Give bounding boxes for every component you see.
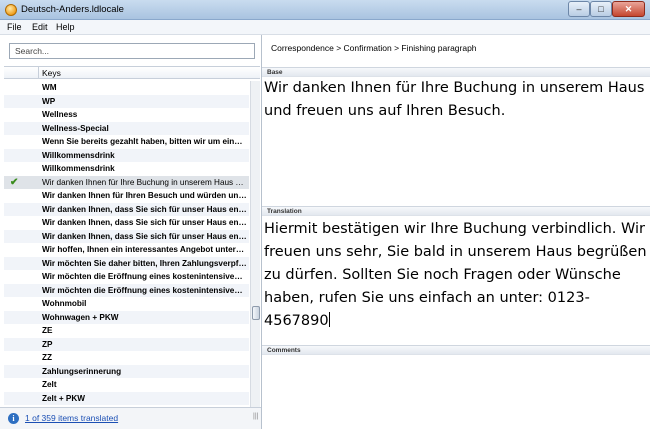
list-item-label: Wir danken Ihnen, dass Sie sich für unse… xyxy=(42,218,247,227)
list-item[interactable]: Zahlungserinnerung xyxy=(4,364,249,378)
translation-text[interactable]: Hiermit bestätigen wir Ihre Buchung verb… xyxy=(264,221,647,329)
list-item-label: Wir möchten die Eröffnung eines kostenin… xyxy=(42,272,247,281)
list-item[interactable]: Wellness xyxy=(4,108,249,122)
list-item-label: ZP xyxy=(42,339,53,349)
key-list[interactable]: WM WP Wellness Wellness-Special Wenn Sie ber… xyxy=(4,81,249,407)
list-item[interactable]: Willkommensdrink xyxy=(4,148,249,162)
list-item[interactable]: ZZ xyxy=(4,351,249,365)
list-scrollbar[interactable] xyxy=(250,81,260,407)
list-item[interactable]: Wenn Sie bereits gezahlt haben, bitten w… xyxy=(4,135,249,149)
list-item[interactable]: Wellness-Special xyxy=(4,121,249,135)
editor-panel: Correspondence > Confirmation > Finishin… xyxy=(262,35,650,429)
menu-file[interactable]: File xyxy=(7,22,22,32)
breadcrumb: Correspondence > Confirmation > Finishin… xyxy=(271,43,477,53)
list-item[interactable]: Willkommensdrink xyxy=(4,162,249,176)
list-item[interactable]: ZP xyxy=(4,337,249,351)
text-caret xyxy=(328,312,330,327)
list-item-label: WP xyxy=(42,96,56,106)
list-item-label: Zelt xyxy=(42,380,57,389)
list-item-label: Wellness-Special xyxy=(42,123,109,133)
list-item[interactable]: Wir möchten Sie daher bitten, Ihren Zahl… xyxy=(4,256,249,270)
list-item[interactable]: Wir danken Ihnen, dass Sie sich für unse… xyxy=(4,202,249,216)
list-item[interactable]: ✔ Wir danken Ihnen für Ihre Buchung in un… xyxy=(4,175,249,189)
list-item-label: Wir danken Ihnen für Ihre Buchung in uns… xyxy=(42,177,247,187)
search-input[interactable]: Search... xyxy=(9,43,255,59)
translated-count-link[interactable]: 1 of 359 items translated xyxy=(25,413,118,423)
list-item-label: Wir danken Ihnen, dass Sie sich für unse… xyxy=(42,204,247,214)
list-item-label: Wohnwagen + PKW xyxy=(42,312,119,322)
list-item[interactable]: Wir hoffen, Ihnen ein interessantes Ange… xyxy=(4,243,249,257)
column-divider xyxy=(38,67,39,79)
list-item-label: Willkommensdrink xyxy=(42,150,115,160)
list-item-label: ZE xyxy=(42,326,53,335)
status-bar: i 1 of 359 items translated ||| xyxy=(0,407,261,429)
comments-label: Comments xyxy=(267,347,301,354)
menu-help[interactable]: Help xyxy=(56,22,75,32)
app-icon xyxy=(5,4,17,16)
translation-section-header[interactable]: Translation xyxy=(262,206,650,216)
resize-grip-icon[interactable]: ||| xyxy=(253,413,258,420)
list-item-label: Zahlungserinnerung xyxy=(42,366,122,376)
list-item-label: Wir möchten Sie daher bitten, Ihren Zahl… xyxy=(42,258,247,268)
list-item-label: Wir danken Ihnen, dass Sie sich für unse… xyxy=(42,231,247,241)
list-item-label: Zelt + PKW xyxy=(42,393,85,403)
window-title: Deutsch-Anders.ldlocale xyxy=(21,4,124,15)
list-item[interactable]: ZE xyxy=(4,324,249,338)
check-icon: ✔ xyxy=(10,176,19,188)
list-item[interactable]: Wohnmobil xyxy=(4,297,249,311)
base-text: Wir danken Ihnen für Ihre Buchung in uns… xyxy=(264,80,645,119)
list-item[interactable]: Wohnwagen + PKW xyxy=(4,310,249,324)
info-icon: i xyxy=(8,413,19,424)
list-item[interactable]: Wir möchten die Eröffnung eines kostenin… xyxy=(4,270,249,284)
comments-section-header[interactable]: Comments xyxy=(262,345,650,355)
keys-panel: Search... Keys WM WP Wellness Wellness-Spec… xyxy=(0,35,262,429)
keys-column-header[interactable]: Keys xyxy=(42,68,61,78)
list-item-label: Willkommensdrink xyxy=(42,164,115,173)
list-item-label: Wir hoffen, Ihnen ein interessantes Ange… xyxy=(42,245,247,254)
list-item-label: WM xyxy=(42,83,57,92)
minimize-button[interactable]: – xyxy=(568,1,590,17)
list-item[interactable]: Zelt xyxy=(4,378,249,392)
comments-textarea[interactable] xyxy=(262,356,650,429)
base-label: Base xyxy=(267,69,283,76)
list-item[interactable]: WP xyxy=(4,94,249,108)
list-header: Keys xyxy=(4,66,260,79)
scrollbar-thumb[interactable] xyxy=(252,306,260,320)
maximize-button[interactable]: □ xyxy=(590,1,612,17)
translation-textarea[interactable]: Hiermit bestätigen wir Ihre Buchung verb… xyxy=(264,218,648,333)
list-item[interactable]: Wir danken Ihnen, dass Sie sich für unse… xyxy=(4,229,249,243)
list-item[interactable]: Wir möchten die Eröffnung eines kostenin… xyxy=(4,283,249,297)
list-item-label: Wir möchten die Eröffnung eines kostenin… xyxy=(42,285,247,295)
list-item-label: Wohnmobil xyxy=(42,299,87,308)
translation-label: Translation xyxy=(267,208,302,215)
list-item-label: ZZ xyxy=(42,353,53,362)
list-item[interactable]: Zelt + PKW xyxy=(4,391,249,405)
title-bar: Deutsch-Anders.ldlocale – □ ✕ xyxy=(0,0,650,20)
list-item-label: Wenn Sie bereits gezahlt haben, bitten w… xyxy=(42,137,247,146)
base-section-header: Base xyxy=(262,67,650,77)
list-item-label: Wellness xyxy=(42,110,78,119)
close-button[interactable]: ✕ xyxy=(612,1,645,17)
list-item[interactable]: WM xyxy=(4,81,249,95)
list-item[interactable]: Wir danken Ihnen für Ihren Besuch und wü… xyxy=(4,189,249,203)
list-item[interactable]: Wir danken Ihnen, dass Sie sich für unse… xyxy=(4,216,249,230)
list-item-label: Wir danken Ihnen für Ihren Besuch und wü… xyxy=(42,191,247,200)
menu-edit[interactable]: Edit xyxy=(32,22,48,32)
menu-bar: File Edit Help xyxy=(0,20,650,35)
